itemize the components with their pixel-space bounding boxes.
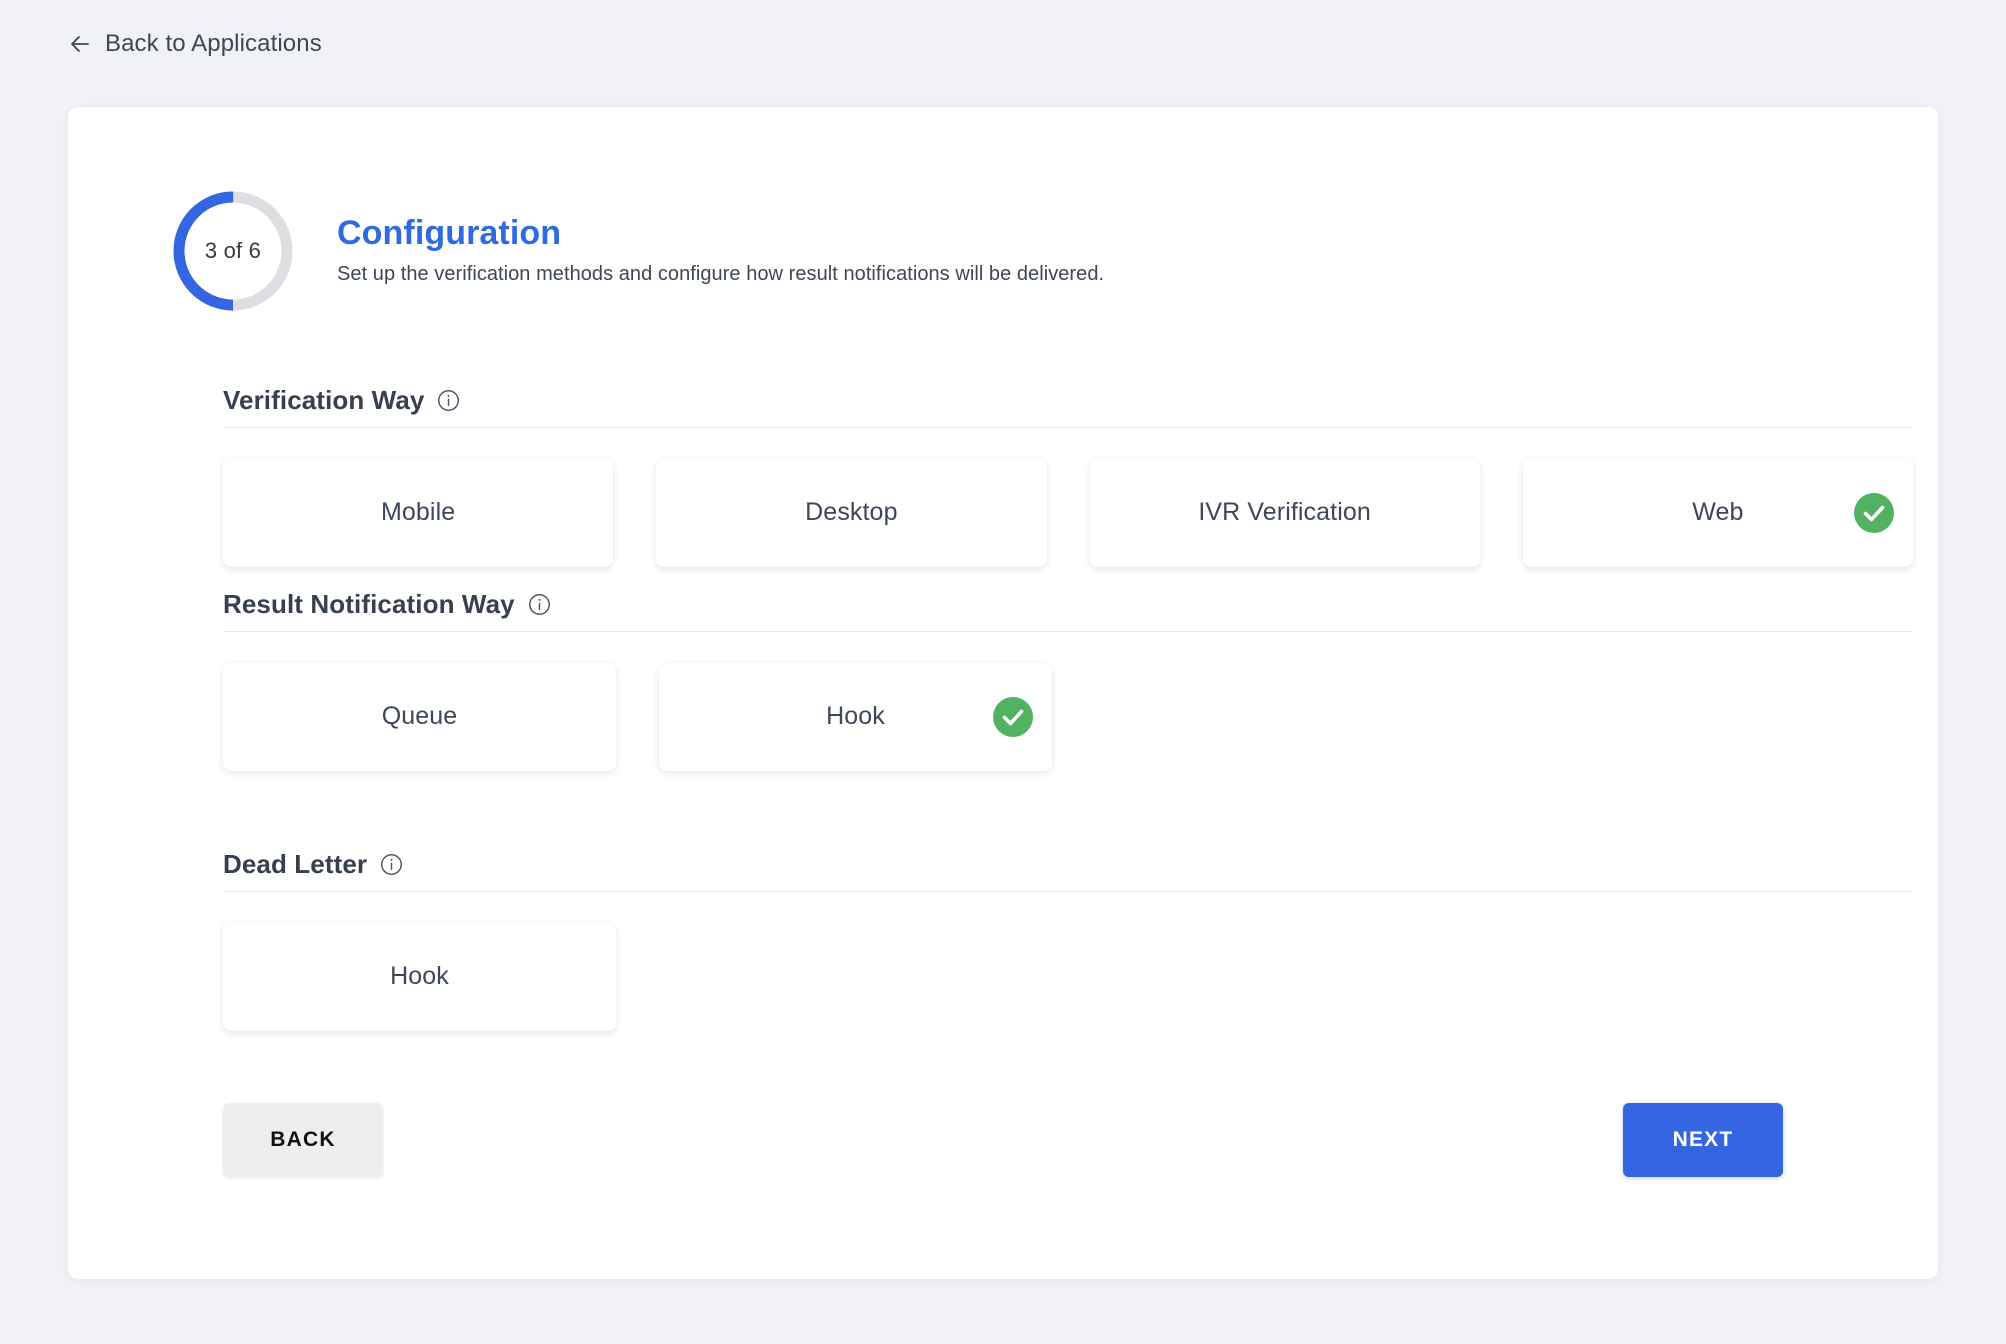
back-to-applications-label: Back to Applications [105, 30, 322, 57]
page-title: Configuration [337, 214, 562, 253]
wizard-card: 3 of 6 Configuration Set up the verifica… [68, 107, 1938, 1279]
option-label: Mobile [381, 498, 456, 527]
section-verification-way: Verification Way Mobile Desktop IVR Veri… [223, 386, 1913, 567]
section-title: Dead Letter [223, 849, 368, 879]
option-row: Hook [223, 922, 1913, 1031]
section-title: Verification Way [223, 385, 425, 415]
option-row: Queue Hook [223, 662, 1913, 771]
step-progress-label: 3 of 6 [204, 238, 262, 263]
info-circle-icon[interactable] [380, 853, 403, 876]
section-header: Result Notification Way [223, 590, 1913, 632]
arrow-left-icon [71, 36, 89, 52]
option-card-mobile[interactable]: Mobile [223, 458, 614, 567]
wizard-header: 3 of 6 Configuration Set up the verifica… [171, 189, 1104, 313]
header-text-block: Configuration Set up the verification me… [337, 214, 1105, 286]
section-header: Verification Way [223, 386, 1913, 428]
section-title: Result Notification Way [223, 589, 515, 619]
configuration-wizard-page: Back to Applications 3 of 6 Configuratio… [0, 0, 2006, 1344]
option-card-web[interactable]: Web [1522, 458, 1913, 567]
option-label: IVR Verification [1198, 498, 1371, 527]
option-card-desktop[interactable]: Desktop [656, 458, 1047, 567]
selected-check-icon [993, 696, 1033, 737]
option-label: Queue [381, 702, 458, 731]
page-subtitle: Set up the verification methods and conf… [337, 262, 1105, 285]
option-card-ivr-verification[interactable]: IVR Verification [1089, 458, 1480, 567]
section-dead-letter: Dead Letter Hook [223, 850, 1913, 1031]
option-label: Hook [826, 702, 885, 731]
info-circle-icon[interactable] [528, 593, 551, 616]
option-row: Mobile Desktop IVR Verification Web [223, 458, 1913, 567]
step-progress-ring: 3 of 6 [171, 189, 295, 313]
option-card-hook-dead-letter[interactable]: Hook [223, 922, 616, 1031]
section-header: Dead Letter [223, 850, 1913, 892]
option-card-hook-notification[interactable]: Hook [659, 662, 1052, 771]
info-circle-icon[interactable] [437, 389, 460, 412]
back-to-applications-link[interactable]: Back to Applications [68, 32, 322, 56]
option-label: Web [1692, 498, 1744, 527]
option-label: Hook [390, 962, 449, 991]
option-label: Desktop [805, 498, 898, 527]
back-button[interactable]: BACK [223, 1103, 383, 1177]
selected-check-icon [1854, 492, 1894, 533]
wizard-footer: BACK NEXT [223, 1103, 1783, 1177]
section-result-notification-way: Result Notification Way Queue Hook [223, 590, 1913, 771]
next-button[interactable]: NEXT [1623, 1103, 1783, 1177]
option-card-queue[interactable]: Queue [223, 662, 616, 771]
